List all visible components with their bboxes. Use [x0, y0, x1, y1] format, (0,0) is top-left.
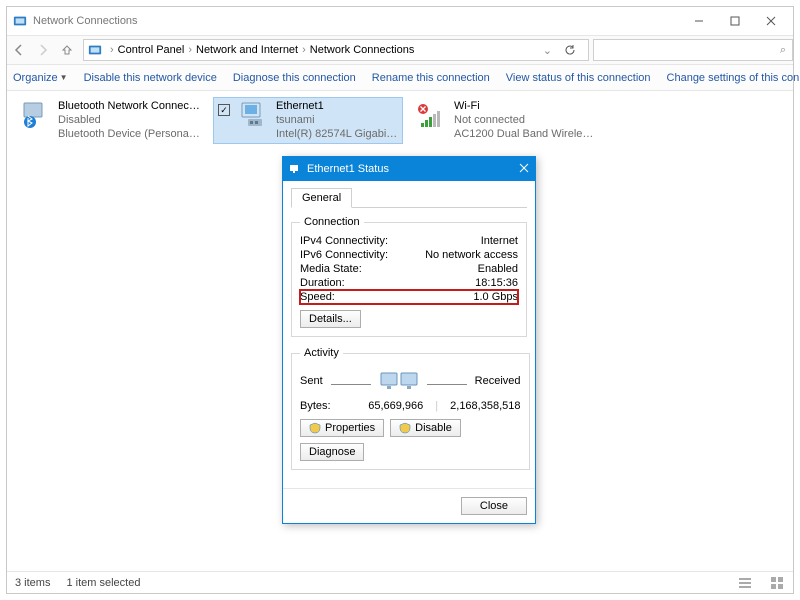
organize-menu[interactable]: Organize ▼	[13, 72, 68, 84]
forward-button[interactable]	[31, 38, 55, 62]
speed-value: 1.0 Gbps	[473, 291, 518, 303]
wifi-icon	[416, 100, 448, 130]
tab-general[interactable]: General	[291, 188, 352, 208]
properties-button[interactable]: Properties	[300, 419, 384, 437]
minimize-button[interactable]	[681, 9, 717, 33]
cmd-viewstatus[interactable]: View status of this connection	[506, 72, 651, 84]
crumb-mid[interactable]: Network and Internet	[196, 44, 298, 56]
connection-legend: Connection	[300, 216, 364, 228]
details-view-icon[interactable]	[737, 575, 753, 591]
connection-group: Connection IPv4 Connectivity: Internet IP…	[291, 216, 527, 337]
statusbar-selected: 1 item selected	[66, 577, 140, 589]
control-panel-icon	[13, 14, 27, 28]
chevron-down-icon[interactable]: ⌄	[543, 44, 552, 57]
dialog-tabs: General	[291, 187, 527, 208]
ethernet-status-dialog: Ethernet1 Status General Connection IPv4…	[282, 156, 536, 524]
command-bar: Organize ▼ Disable this network device D…	[7, 65, 793, 91]
bytes-sent: 65,669,966	[368, 400, 423, 412]
connection-device: Bluetooth Device (Personal Ar...	[58, 128, 200, 142]
duration-value: 18:15:36	[475, 277, 518, 289]
connection-status: Disabled	[58, 114, 200, 128]
crumb-leaf[interactable]: Network Connections	[310, 44, 415, 56]
cmd-diagnose[interactable]: Diagnose this connection	[233, 72, 356, 84]
window-title: Network Connections	[33, 15, 138, 27]
network-icon	[289, 163, 301, 175]
ipv6-value: No network access	[425, 249, 518, 261]
connection-status: tsunami	[276, 114, 398, 128]
shield-icon	[309, 422, 321, 434]
connection-wifi[interactable]: Wi-Fi Not connected AC1200 Dual Band Wir…	[411, 97, 601, 144]
back-button[interactable]	[7, 38, 31, 62]
bytes-received: 2,168,358,518	[450, 400, 520, 412]
connection-ethernet1[interactable]: ✓ Ethernet1 tsunami Intel(R) 82574L Giga…	[213, 97, 403, 144]
details-button[interactable]: Details...	[300, 310, 361, 328]
ipv4-label: IPv4 Connectivity:	[300, 235, 388, 247]
media-value: Enabled	[478, 263, 518, 275]
received-label: Received	[475, 375, 521, 387]
cmd-changesettings[interactable]: Change settings of this connection	[667, 72, 800, 84]
activity-group: Activity Sent Received Bytes: 65,669,966…	[291, 347, 530, 470]
dialog-title: Ethernet1 Status	[307, 163, 389, 175]
checkbox-icon[interactable]: ✓	[218, 104, 230, 116]
connection-name: Ethernet1	[276, 100, 398, 114]
icons-view-icon[interactable]	[769, 575, 785, 591]
connection-device: AC1200 Dual Band Wireless U...	[454, 128, 596, 142]
refresh-button[interactable]	[560, 39, 580, 61]
search-icon: ⌕	[780, 44, 786, 57]
connection-device: Intel(R) 82574L Gigabit Netwo...	[276, 128, 398, 142]
control-panel-icon	[88, 43, 102, 57]
dialog-titlebar[interactable]: Ethernet1 Status	[283, 157, 535, 181]
ipv4-value: Internet	[481, 235, 518, 247]
up-button[interactable]	[55, 38, 79, 62]
shield-icon	[399, 422, 411, 434]
speed-label: Speed:	[300, 291, 335, 303]
bluetooth-icon	[20, 100, 52, 130]
close-button[interactable]	[753, 9, 789, 33]
cmd-disable[interactable]: Disable this network device	[84, 72, 217, 84]
connection-status: Not connected	[454, 114, 596, 128]
diagnose-button[interactable]: Diagnose	[300, 443, 364, 461]
disable-button[interactable]: Disable	[390, 419, 461, 437]
maximize-button[interactable]	[717, 9, 753, 33]
crumb-root[interactable]: Control Panel	[118, 44, 185, 56]
cmd-rename[interactable]: Rename this connection	[372, 72, 490, 84]
statusbar-count: 3 items	[15, 577, 50, 589]
search-input[interactable]: ⌕	[593, 39, 793, 61]
activity-legend: Activity	[300, 347, 343, 359]
bytes-label: Bytes:	[300, 400, 331, 412]
duration-label: Duration:	[300, 277, 345, 289]
connection-name: Bluetooth Network Connection	[58, 100, 200, 114]
ipv6-label: IPv6 Connectivity:	[300, 249, 388, 261]
address-bar: › Control Panel › Network and Internet ›…	[7, 35, 793, 65]
breadcrumb[interactable]: › Control Panel › Network and Internet ›…	[83, 39, 589, 61]
connection-name: Wi-Fi	[454, 100, 596, 114]
close-button[interactable]: Close	[461, 497, 527, 515]
connection-bluetooth[interactable]: Bluetooth Network Connection Disabled Bl…	[15, 97, 205, 144]
titlebar: Network Connections	[7, 7, 793, 35]
status-bar: 3 items 1 item selected	[7, 571, 793, 593]
sent-label: Sent	[300, 375, 323, 387]
media-label: Media State:	[300, 263, 362, 275]
dialog-close-button[interactable]	[519, 163, 529, 176]
computers-icon	[379, 369, 419, 393]
ethernet-icon	[238, 100, 270, 130]
